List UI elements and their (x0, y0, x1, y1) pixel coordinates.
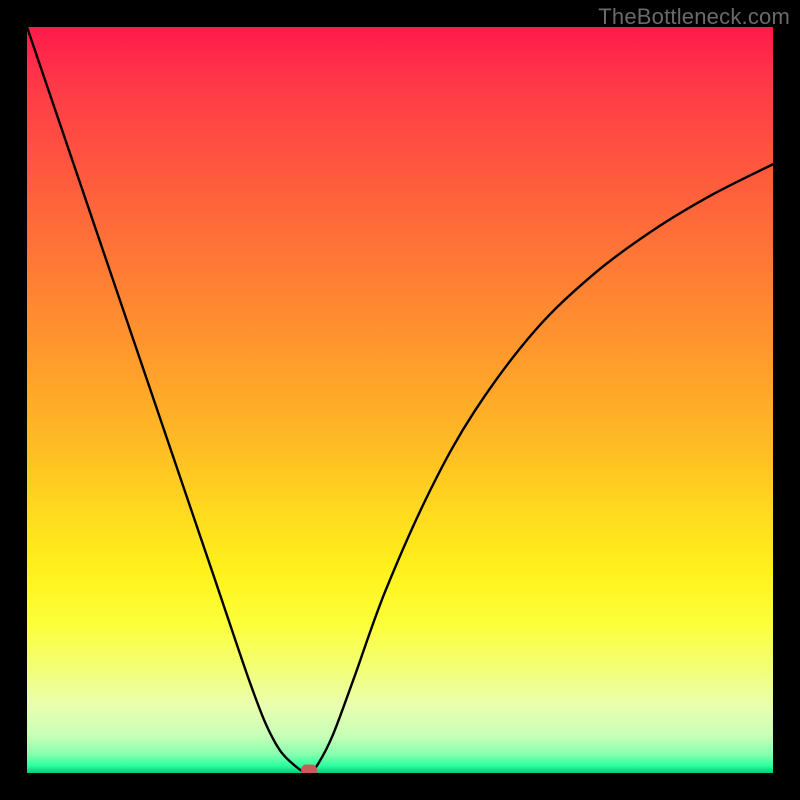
plot-area (27, 27, 773, 773)
optimal-point-marker (301, 765, 317, 773)
chart-frame: TheBottleneck.com (0, 0, 800, 800)
bottleneck-curve (27, 27, 773, 773)
watermark-text: TheBottleneck.com (598, 4, 790, 30)
